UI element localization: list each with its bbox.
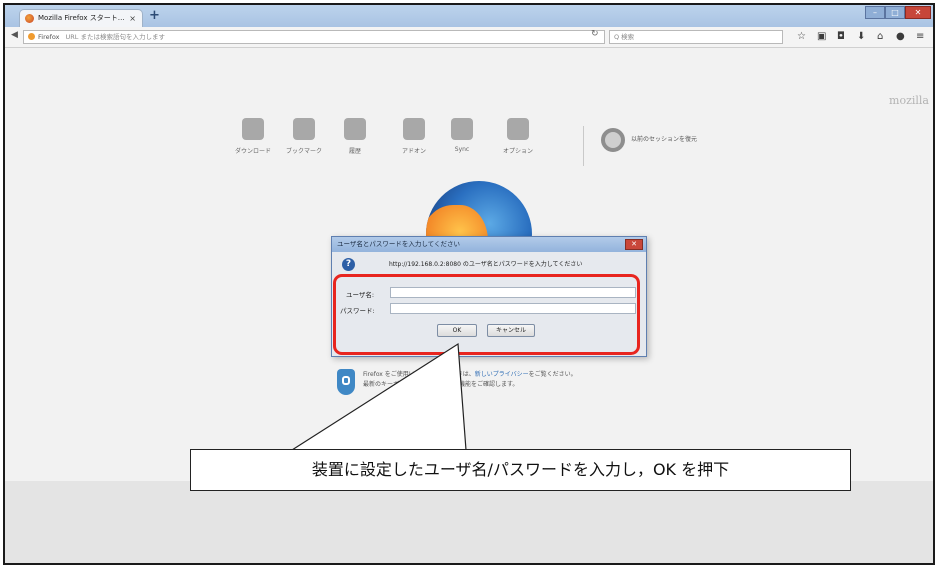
callout-pointer-line — [291, 342, 467, 451]
callout-box: 装置に設定したユーザ名/パスワードを入力し，OK を押下 — [190, 449, 851, 491]
